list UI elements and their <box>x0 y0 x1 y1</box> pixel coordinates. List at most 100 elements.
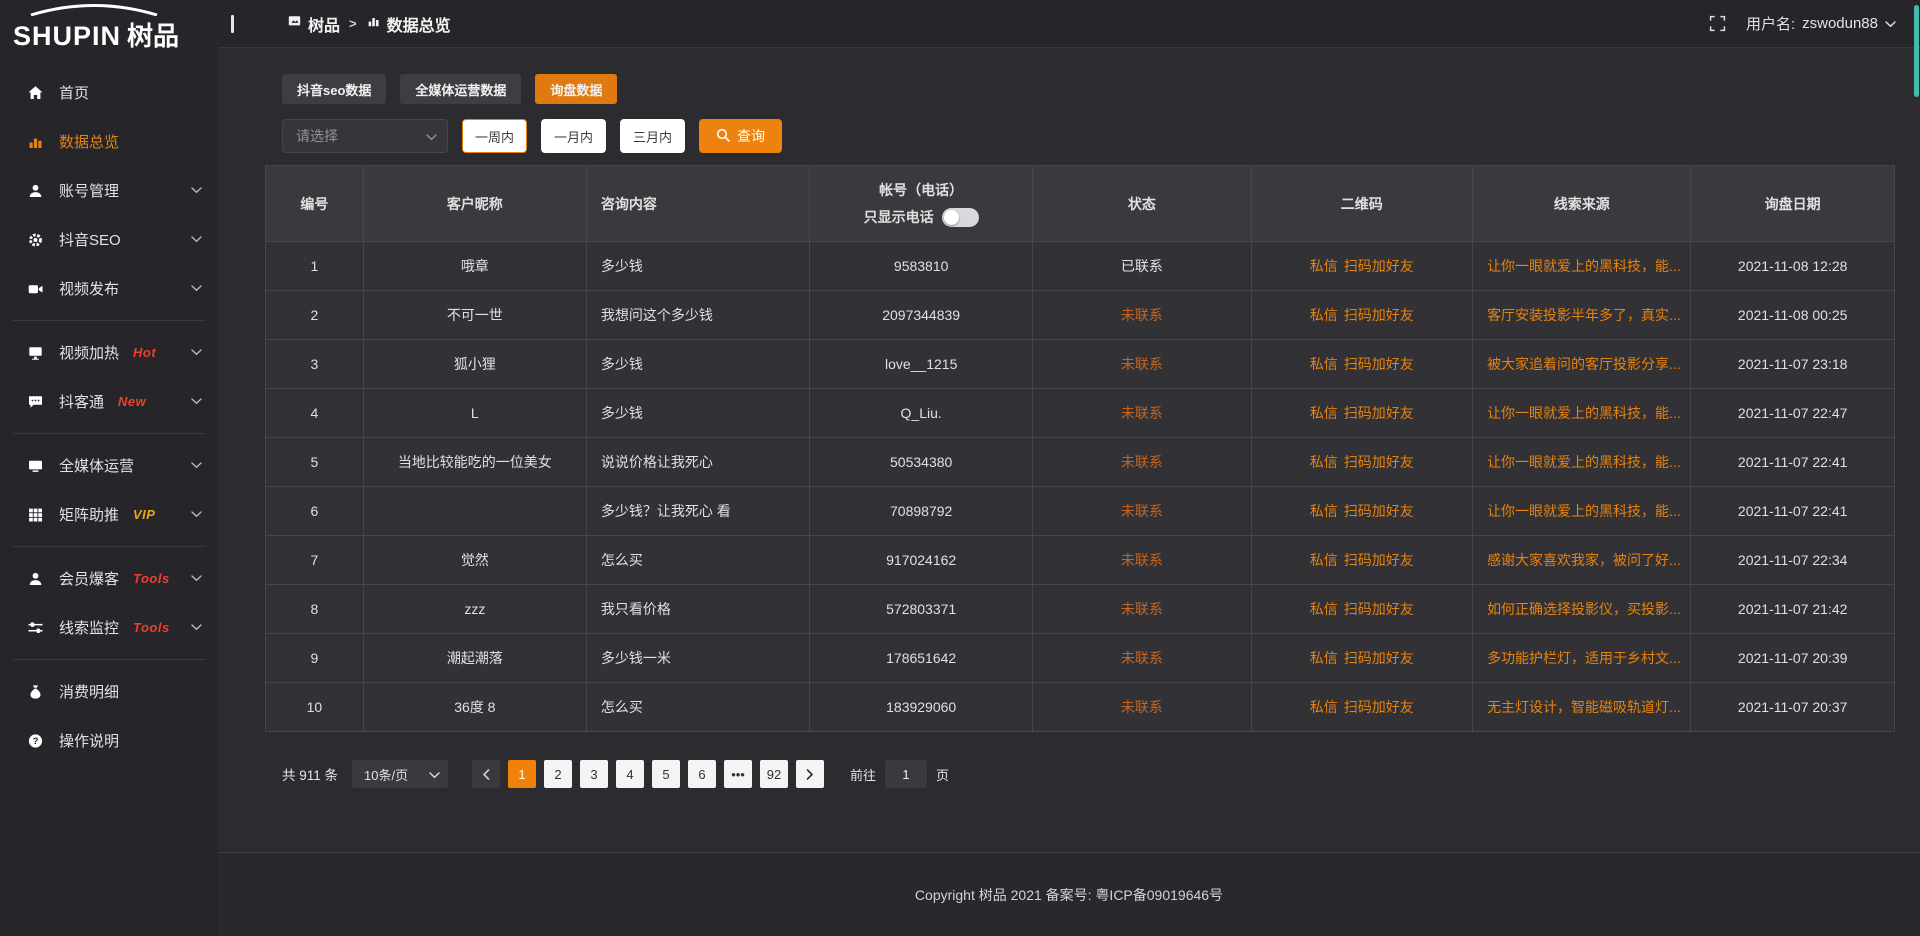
range-button-2[interactable]: 三月内 <box>620 119 685 153</box>
private-message-link[interactable]: 私信 <box>1310 650 1338 666</box>
chevron-down-icon <box>191 398 202 405</box>
source-link[interactable]: 被大家追着问的客厅投影分享... <box>1487 356 1681 372</box>
private-message-link[interactable]: 私信 <box>1310 699 1338 715</box>
sidebar-item-label: 全媒体运营 <box>59 455 134 476</box>
breadcrumb-page[interactable]: 数据总览 <box>366 12 451 36</box>
source-link[interactable]: 客厅安装投影半年多了，真实... <box>1487 307 1681 323</box>
table-row: 1036度 8怎么买183929060未联系私信扫码加好友无主灯设计，智能磁吸轨… <box>266 683 1895 732</box>
cell-account: 917024162 <box>810 536 1033 585</box>
cell-qrcode: 私信扫码加好友 <box>1251 585 1473 634</box>
page-button-1[interactable]: 1 <box>508 760 536 788</box>
scan-add-friend-link[interactable]: 扫码加好友 <box>1344 699 1414 715</box>
sidebar-item-label: 视频发布 <box>59 278 119 299</box>
page-button-5[interactable]: 5 <box>652 760 680 788</box>
sidebar-item-question[interactable]: ?操作说明 <box>0 716 218 765</box>
table-row: 3狐小狸多少钱love__1215未联系私信扫码加好友被大家追着问的客厅投影分享… <box>266 340 1895 389</box>
dashboard-icon <box>287 14 302 33</box>
sidebar-item-chart[interactable]: 数据总览 <box>0 117 218 166</box>
scan-add-friend-link[interactable]: 扫码加好友 <box>1344 503 1414 519</box>
sidebar-collapse-icon[interactable] <box>231 15 234 33</box>
filter-select[interactable]: 请选择 <box>282 119 448 153</box>
scan-add-friend-link[interactable]: 扫码加好友 <box>1344 258 1414 274</box>
goto-page-input[interactable] <box>885 760 927 788</box>
private-message-link[interactable]: 私信 <box>1310 356 1338 372</box>
source-link[interactable]: 感谢大家喜欢我家，被问了好... <box>1487 552 1681 568</box>
scan-add-friend-link[interactable]: 扫码加好友 <box>1344 552 1414 568</box>
scan-add-friend-link[interactable]: 扫码加好友 <box>1344 405 1414 421</box>
sidebar-item-user[interactable]: 账号管理 <box>0 166 218 215</box>
cell-account: 50534380 <box>810 438 1033 487</box>
column-header: 帐号（电话）只显示电话 <box>810 166 1033 242</box>
sidebar-item-monitor[interactable]: 全媒体运营 <box>0 441 218 490</box>
source-link[interactable]: 无主灯设计，智能磁吸轨道灯... <box>1487 699 1681 715</box>
source-link[interactable]: 如何正确选择投影仪，买投影... <box>1487 601 1681 617</box>
breadcrumb-site[interactable]: 树品 <box>287 12 340 36</box>
user-menu[interactable]: 用户名: zswodun88 <box>1746 13 1896 34</box>
sidebar-item-grid[interactable]: 矩阵助推VIP <box>0 490 218 539</box>
member-icon <box>27 571 45 587</box>
page-button-3[interactable]: 3 <box>580 760 608 788</box>
sidebar-item-gear[interactable]: 抖音SEO <box>0 215 218 264</box>
sidebar-item-screen[interactable]: 视频加热Hot <box>0 328 218 377</box>
range-button-0[interactable]: 一周内 <box>462 119 527 153</box>
private-message-link[interactable]: 私信 <box>1310 258 1338 274</box>
page-size-select[interactable]: 10条/页 <box>352 760 448 788</box>
tab-0[interactable]: 抖音seo数据 <box>282 74 386 104</box>
private-message-link[interactable]: 私信 <box>1310 503 1338 519</box>
cell-qrcode: 私信扫码加好友 <box>1251 536 1473 585</box>
cell-date: 2021-11-07 22:34 <box>1691 536 1895 585</box>
range-button-1[interactable]: 一月内 <box>541 119 606 153</box>
page-button-6[interactable]: 6 <box>688 760 716 788</box>
page-button-92[interactable]: 92 <box>760 760 788 788</box>
source-link[interactable]: 多功能护栏灯，适用于乡村文... <box>1487 650 1681 666</box>
phone-only-toggle[interactable] <box>942 208 979 227</box>
tab-1[interactable]: 全媒体运营数据 <box>400 74 521 104</box>
search-button[interactable]: 查询 <box>699 119 782 153</box>
cell-qrcode: 私信扫码加好友 <box>1251 634 1473 683</box>
scrollbar-thumb[interactable] <box>1914 5 1919 97</box>
source-link[interactable]: 让你一眼就爱上的黑科技，能... <box>1487 258 1681 274</box>
range-buttons: 一周内一月内三月内 <box>462 119 685 153</box>
tab-2[interactable]: 询盘数据 <box>535 74 617 104</box>
sidebar-item-home[interactable]: 首页 <box>0 68 218 117</box>
app-logo[interactable]: SHUPIN树品 <box>0 0 218 52</box>
chevron-down-icon <box>191 236 202 243</box>
column-header-label: 帐号（电话） <box>879 180 963 200</box>
source-link[interactable]: 让你一眼就爱上的黑科技，能... <box>1487 454 1681 470</box>
private-message-link[interactable]: 私信 <box>1310 454 1338 470</box>
sidebar-item-video[interactable]: 视频发布 <box>0 264 218 313</box>
page-button-4[interactable]: 4 <box>616 760 644 788</box>
scan-add-friend-link[interactable]: 扫码加好友 <box>1344 307 1414 323</box>
next-page-button[interactable] <box>796 760 824 788</box>
sidebar-item-chat[interactable]: 抖客通New <box>0 377 218 426</box>
private-message-link[interactable]: 私信 <box>1310 307 1338 323</box>
scan-add-friend-link[interactable]: 扫码加好友 <box>1344 356 1414 372</box>
sidebar-item-sliders[interactable]: 线索监控Tools <box>0 603 218 652</box>
private-message-link[interactable]: 私信 <box>1310 552 1338 568</box>
question-icon: ? <box>27 733 45 749</box>
scan-add-friend-link[interactable]: 扫码加好友 <box>1344 650 1414 666</box>
source-link[interactable]: 让你一眼就爱上的黑科技，能... <box>1487 503 1681 519</box>
sidebar-item-badge: VIP <box>133 507 155 522</box>
logo-text-cn: 树品 <box>127 21 179 51</box>
column-header: 编号 <box>266 166 364 242</box>
sidebar-item-member[interactable]: 会员爆客Tools <box>0 554 218 603</box>
column-header: 状态 <box>1033 166 1251 242</box>
source-link[interactable]: 让你一眼就爱上的黑科技，能... <box>1487 405 1681 421</box>
page-ellipsis-button[interactable]: ••• <box>724 760 752 788</box>
prev-page-button[interactable] <box>472 760 500 788</box>
sidebar-item-label: 消费明细 <box>59 681 119 702</box>
sidebar-item-wallet[interactable]: 消费明细 <box>0 667 218 716</box>
scan-add-friend-link[interactable]: 扫码加好友 <box>1344 601 1414 617</box>
cell-content: 怎么买 <box>586 683 809 732</box>
cell-status: 未联系 <box>1033 438 1251 487</box>
private-message-link[interactable]: 私信 <box>1310 405 1338 421</box>
fullscreen-icon[interactable] <box>1709 15 1726 32</box>
chat-icon <box>27 394 45 410</box>
private-message-link[interactable]: 私信 <box>1310 601 1338 617</box>
scan-add-friend-link[interactable]: 扫码加好友 <box>1344 454 1414 470</box>
status-badge: 未联系 <box>1121 307 1163 323</box>
cell-status: 未联系 <box>1033 487 1251 536</box>
page-button-2[interactable]: 2 <box>544 760 572 788</box>
cell-nickname: 狐小狸 <box>363 340 586 389</box>
